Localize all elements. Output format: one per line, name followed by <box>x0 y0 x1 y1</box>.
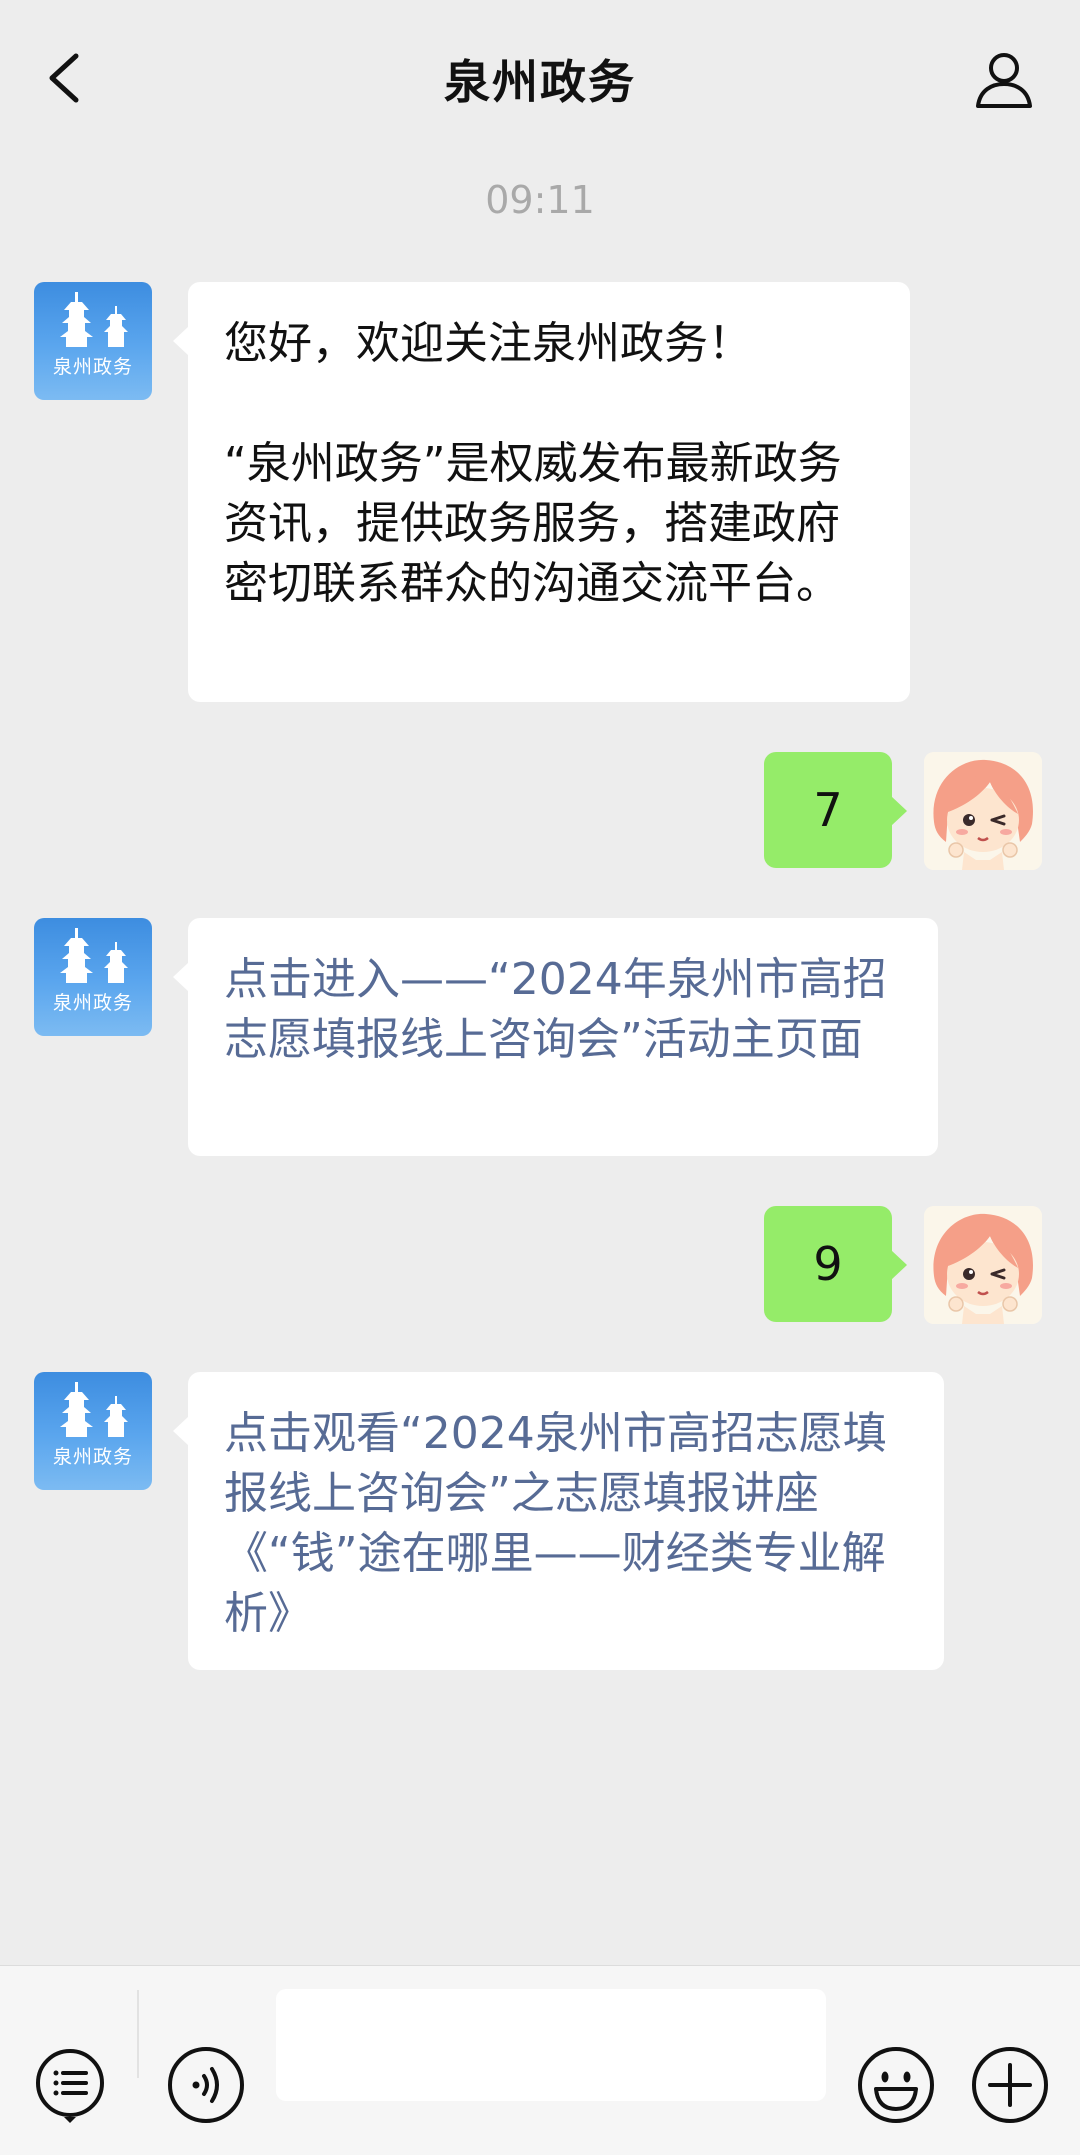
avatar-logo-text: 泉州政务 <box>52 992 133 1014</box>
toolbar-divider <box>137 1990 139 2078</box>
chat-screen: 泉州政务 09:11 泉州政务 您好，欢迎关注泉州政务！ “泉州政务”是权威发布… <box>0 0 1080 2155</box>
message-timestamp: 09:11 <box>485 178 595 222</box>
pagoda-logo-icon <box>60 1382 128 1437</box>
page-title: 泉州政务 <box>444 55 636 109</box>
message-text: 您好，欢迎关注泉州政务！ <box>224 318 752 369</box>
lecture-video-link[interactable]: 点击观看“2024泉州市高招志愿填报线上咨询会”之志愿填报讲座《“钱”途在哪里—… <box>224 1408 887 1639</box>
message-text: 7 <box>813 783 843 837</box>
message-input[interactable] <box>276 1989 826 2101</box>
voice-icon <box>168 2047 244 2123</box>
cartoon-girl-avatar-icon <box>924 1206 1042 1324</box>
user-message-bubble[interactable]: 7 <box>764 752 907 868</box>
official-account-avatar[interactable]: 泉州政务 <box>34 282 152 400</box>
message-bubble-lecture-link[interactable]: 点击观看“2024泉州市高招志愿填报线上咨询会”之志愿填报讲座《“钱”途在哪里—… <box>173 1372 944 1670</box>
official-account-avatar[interactable]: 泉州政务 <box>34 918 152 1036</box>
avatar-logo-text: 泉州政务 <box>52 1446 133 1468</box>
event-homepage-link[interactable]: 点击进入——“2024年泉州市高招志愿填报线上咨询会”活动主页面 <box>224 954 887 1065</box>
emoji-icon <box>858 2047 934 2123</box>
header-bar: 泉州政务 <box>0 0 1080 155</box>
message-bubble-event-link[interactable]: 点击进入——“2024年泉州市高招志愿填报线上咨询会”活动主页面 <box>173 918 938 1156</box>
message-text: 9 <box>813 1237 843 1291</box>
user-avatar[interactable] <box>924 752 1042 870</box>
plus-icon <box>972 2047 1048 2123</box>
profile-button[interactable] <box>972 48 1036 112</box>
message-text: “泉州政务”是权威发布最新政务资讯，提供政务服务，搭建政府密切联系群众的沟通交流… <box>224 438 842 609</box>
pagoda-logo-icon <box>60 928 128 983</box>
official-account-avatar[interactable]: 泉州政务 <box>34 1372 152 1490</box>
pagoda-logo-icon <box>60 292 128 347</box>
user-message-bubble[interactable]: 9 <box>764 1206 907 1322</box>
avatar-logo-text: 泉州政务 <box>52 356 133 378</box>
more-button[interactable] <box>970 2045 1050 2125</box>
voice-button[interactable] <box>166 2045 246 2125</box>
message-bubble-welcome[interactable]: 您好，欢迎关注泉州政务！ “泉州政务”是权威发布最新政务资讯，提供政务服务，搭建… <box>173 282 910 702</box>
person-icon <box>976 53 1032 108</box>
menu-list-icon <box>36 2049 104 2123</box>
user-avatar[interactable] <box>924 1206 1042 1324</box>
cartoon-girl-avatar-icon <box>924 752 1042 870</box>
menu-button[interactable] <box>30 2045 110 2125</box>
emoji-button[interactable] <box>856 2045 936 2125</box>
